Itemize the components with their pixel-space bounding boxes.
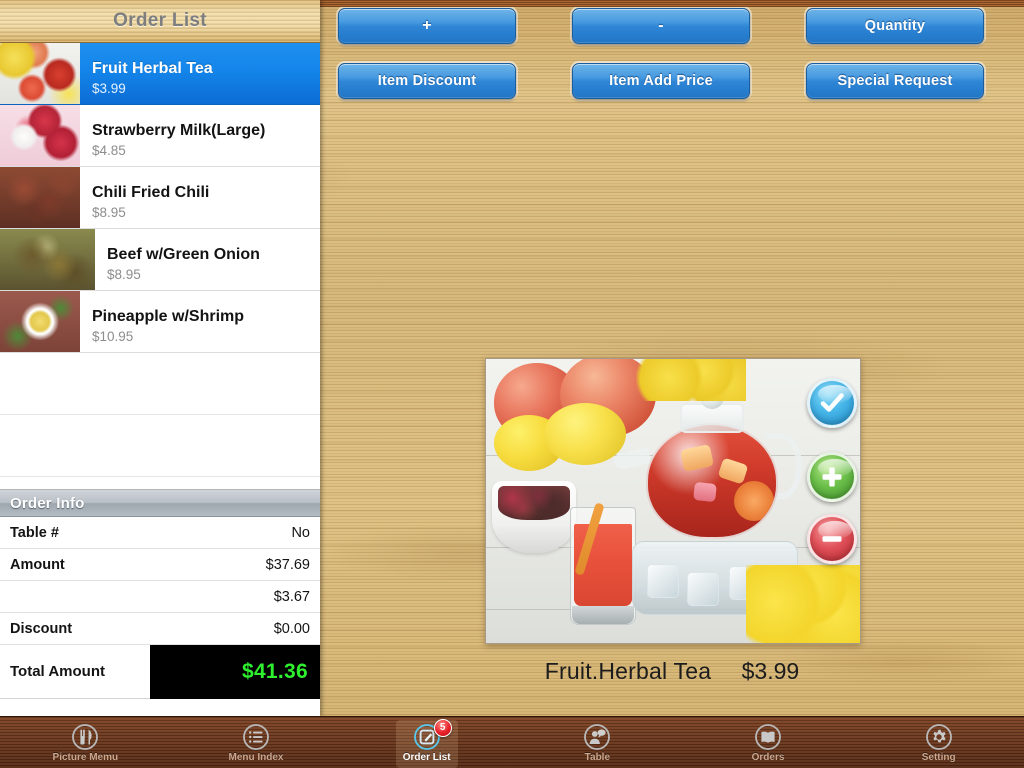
tab-picture-menu[interactable]: Picture Memu	[0, 717, 171, 768]
book-icon	[755, 724, 781, 750]
remove-quantity-button[interactable]	[807, 514, 857, 564]
order-list-empty-row	[0, 353, 320, 415]
order-info-value: $37.69	[265, 556, 310, 573]
decrease-button[interactable]: -	[572, 8, 750, 44]
list-icon	[243, 724, 269, 750]
gear-icon	[925, 724, 952, 750]
order-info-value: $0.00	[273, 620, 310, 637]
total-amount-label: Total Amount	[10, 663, 105, 680]
order-list-sidebar: Order List Fruit Herbal Tea $3.99 Strawb…	[0, 0, 320, 716]
order-info-row-table[interactable]: Table # No	[0, 517, 320, 549]
check-icon	[820, 393, 844, 412]
order-row[interactable]: Beef w/Green Onion $8.95	[0, 229, 320, 291]
confirm-button[interactable]	[807, 378, 857, 428]
person-bubble-icon	[584, 724, 611, 750]
order-item-thumbnail	[0, 167, 80, 228]
product-caption: Fruit.Herbal Tea $3.99	[320, 658, 1024, 685]
order-info-row-total: Total Amount $41.36	[0, 644, 320, 699]
order-item-price: $8.95	[107, 266, 141, 282]
order-info-row-discount[interactable]: Discount $0.00	[0, 613, 320, 645]
order-item-price: $10.95	[92, 328, 134, 344]
sidebar-header: Order List	[0, 0, 320, 43]
tab-order-list[interactable]: 5 Order List	[341, 717, 512, 768]
plus-icon	[822, 467, 842, 487]
order-info-value: No	[291, 524, 310, 541]
product-price: $3.99	[741, 658, 800, 684]
order-info-row-tax: $3.67	[0, 581, 320, 613]
quantity-button[interactable]: Quantity	[806, 8, 984, 44]
order-row[interactable]: Strawberry Milk(Large) $4.85	[0, 105, 320, 167]
add-quantity-button[interactable]	[807, 452, 857, 502]
utensils-icon	[72, 724, 99, 750]
order-item-thumbnail	[0, 43, 80, 104]
bottom-tab-bar: Picture Memu Menu Index 5 Order List Tab…	[0, 716, 1024, 768]
order-row[interactable]: Fruit Herbal Tea $3.99	[0, 43, 320, 105]
order-info-label: Amount	[10, 556, 65, 573]
order-item-text: Pineapple w/Shrimp $10.95	[80, 291, 320, 352]
decrease-button-label: -	[658, 17, 664, 34]
item-discount-button[interactable]: Item Discount	[338, 63, 516, 99]
order-row[interactable]: Pineapple w/Shrimp $10.95	[0, 291, 320, 353]
order-item-name: Chili Fried Chili	[92, 183, 210, 201]
item-add-price-button-label: Item Add Price	[609, 73, 713, 89]
order-count-badge: 5	[433, 718, 452, 737]
product-name: Fruit.Herbal Tea	[544, 658, 712, 684]
app-root: Order List Fruit Herbal Tea $3.99 Strawb…	[0, 0, 1024, 768]
special-request-button[interactable]: Special Request	[806, 63, 984, 99]
order-info-header: Order Info	[0, 490, 320, 517]
order-item-name: Fruit Herbal Tea	[92, 59, 213, 77]
tab-label: Order List	[402, 752, 451, 763]
order-item-text: Fruit Herbal Tea $3.99	[80, 43, 320, 104]
tab-table[interactable]: Table	[512, 717, 683, 768]
item-discount-button-label: Item Discount	[377, 73, 477, 89]
tab-label: Table	[584, 752, 611, 763]
page-title: Order List	[113, 10, 207, 31]
total-amount-value: $41.36	[241, 659, 308, 683]
item-action-toolbar: + - Quantity Item Discount Item Add Pric…	[338, 8, 1010, 99]
order-item-price: $3.99	[92, 80, 126, 96]
increase-button-label: +	[422, 17, 432, 34]
quantity-button-label: Quantity	[864, 18, 926, 34]
order-info-label: Discount	[10, 620, 73, 637]
tab-label: Picture Memu	[52, 752, 119, 763]
item-add-price-button[interactable]: Item Add Price	[572, 63, 750, 99]
order-info-title: Order Info	[10, 494, 85, 512]
order-item-text: Strawberry Milk(Large) $4.85	[80, 105, 320, 166]
order-item-text: Chili Fried Chili $8.95	[80, 167, 320, 228]
order-item-list[interactable]: Fruit Herbal Tea $3.99 Strawberry Milk(L…	[0, 43, 320, 489]
minus-icon	[822, 536, 842, 542]
special-request-button-label: Special Request	[837, 73, 953, 89]
order-item-name: Beef w/Green Onion	[107, 245, 260, 263]
fruit-herbal-tea-photo	[486, 359, 860, 643]
order-item-thumbnail	[0, 229, 95, 290]
order-info-label: Table #	[10, 524, 59, 541]
order-item-price: $8.95	[92, 204, 126, 220]
order-info-value: $3.67	[273, 588, 310, 605]
product-image[interactable]	[485, 358, 861, 644]
order-info-panel: Order Info Table # No Amount $37.69 $3.6…	[0, 489, 320, 716]
product-detail-area: Fruit.Herbal Tea $3.99	[320, 300, 1024, 716]
tab-setting[interactable]: Setting	[853, 717, 1024, 768]
order-item-thumbnail	[0, 105, 80, 166]
increase-button[interactable]: +	[338, 8, 516, 44]
order-list-empty-row	[0, 415, 320, 477]
tab-label: Orders	[751, 752, 785, 763]
tab-menu-index[interactable]: Menu Index	[171, 717, 342, 768]
order-item-price: $4.85	[92, 142, 126, 158]
order-item-name: Pineapple w/Shrimp	[92, 307, 245, 325]
order-item-name: Strawberry Milk(Large)	[92, 121, 266, 139]
order-item-text: Beef w/Green Onion $8.95	[95, 229, 320, 290]
order-info-row-amount: Amount $37.69	[0, 549, 320, 581]
order-item-thumbnail	[0, 291, 80, 352]
total-amount-display: $41.36	[150, 644, 320, 699]
order-row[interactable]: Chili Fried Chili $8.95	[0, 167, 320, 229]
tab-label: Setting	[921, 752, 956, 763]
tab-label: Menu Index	[228, 752, 284, 763]
tab-orders[interactable]: Orders	[683, 717, 854, 768]
